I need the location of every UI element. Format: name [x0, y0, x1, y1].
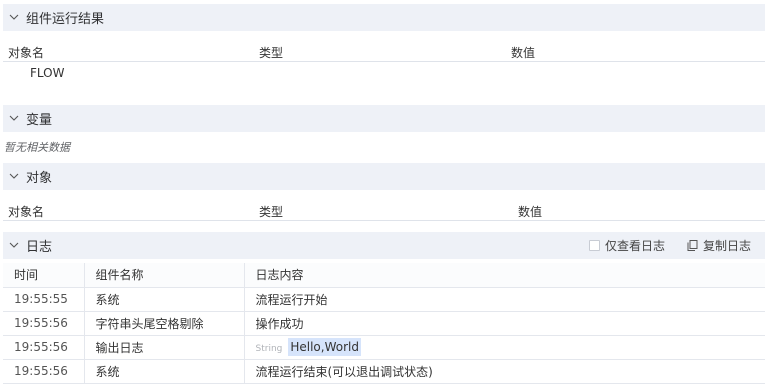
copy-logs-button[interactable]: 复制日志 — [687, 237, 751, 254]
chevron-down-icon[interactable] — [9, 171, 19, 181]
log-component: 系统 — [84, 359, 245, 384]
log-time: 19:55:55 — [3, 287, 85, 312]
copy-logs-label: 复制日志 — [702, 239, 751, 253]
logs-title: 日志 — [26, 240, 53, 255]
result-row-name: FLOW — [30, 66, 65, 80]
chevron-down-icon[interactable] — [9, 113, 19, 123]
log-type-tag: String — [255, 344, 283, 354]
column-component-name: 组件名称 — [84, 263, 245, 288]
log-content: 流程运行开始 — [244, 287, 765, 312]
log-content-cell: String Hello,World — [244, 335, 765, 360]
variables-empty-text: 暂无相关数据 — [4, 141, 70, 154]
log-component: 输出日志 — [84, 335, 245, 360]
table-row: 19:55:56 输出日志 String Hello,World — [3, 335, 765, 360]
copy-icon — [687, 240, 698, 251]
logs-header[interactable]: 日志 仅查看日志 复制日志 — [3, 232, 765, 259]
variables-title: 变量 — [26, 113, 53, 128]
column-value: 数值 — [518, 205, 543, 219]
component-results-title: 组件运行结果 — [26, 12, 105, 27]
column-object-name: 对象名 — [8, 46, 45, 60]
component-results-columns: 对象名 类型 数值 — [3, 40, 765, 62]
table-row: 19:55:55 系统 流程运行开始 — [3, 287, 765, 312]
column-time: 时间 — [3, 263, 85, 288]
objects-columns: 对象名 类型 数值 — [3, 199, 765, 221]
column-object-name: 对象名 — [8, 205, 45, 219]
log-component: 系统 — [84, 287, 245, 312]
table-row: 19:55:56 字符串头尾空格剔除 操作成功 — [3, 311, 765, 336]
objects-title: 对象 — [26, 171, 53, 186]
log-table: 时间 组件名称 日志内容 19:55:55 系统 流程运行开始 19:55:56… — [3, 263, 765, 384]
variables-header[interactable]: 变量 — [3, 105, 765, 132]
chevron-down-icon[interactable] — [9, 12, 19, 22]
log-content: 流程运行结束(可以退出调试状态) — [244, 359, 765, 384]
checkbox-icon[interactable] — [588, 240, 600, 251]
column-type: 类型 — [259, 46, 284, 60]
log-content: 操作成功 — [244, 311, 765, 336]
table-row: 19:55:56 系统 流程运行结束(可以退出调试状态) — [3, 359, 765, 384]
log-content[interactable]: Hello,World — [288, 338, 361, 356]
log-time: 19:55:56 — [3, 311, 85, 336]
column-value: 数值 — [511, 46, 536, 60]
log-component: 字符串头尾空格剔除 — [84, 311, 245, 336]
column-type: 类型 — [259, 205, 284, 219]
chevron-down-icon[interactable] — [9, 240, 19, 250]
component-results-header[interactable]: 组件运行结果 — [3, 4, 765, 31]
log-time: 19:55:56 — [3, 335, 85, 360]
log-table-header: 时间 组件名称 日志内容 — [3, 263, 765, 288]
log-time: 19:55:56 — [3, 359, 85, 384]
only-view-logs-label: 仅查看日志 — [604, 239, 665, 253]
only-view-logs-checkbox[interactable]: 仅查看日志 — [588, 237, 665, 254]
column-log-content: 日志内容 — [244, 263, 765, 288]
log-toolbar: 仅查看日志 复制日志 — [588, 232, 751, 259]
objects-header[interactable]: 对象 — [3, 163, 765, 190]
